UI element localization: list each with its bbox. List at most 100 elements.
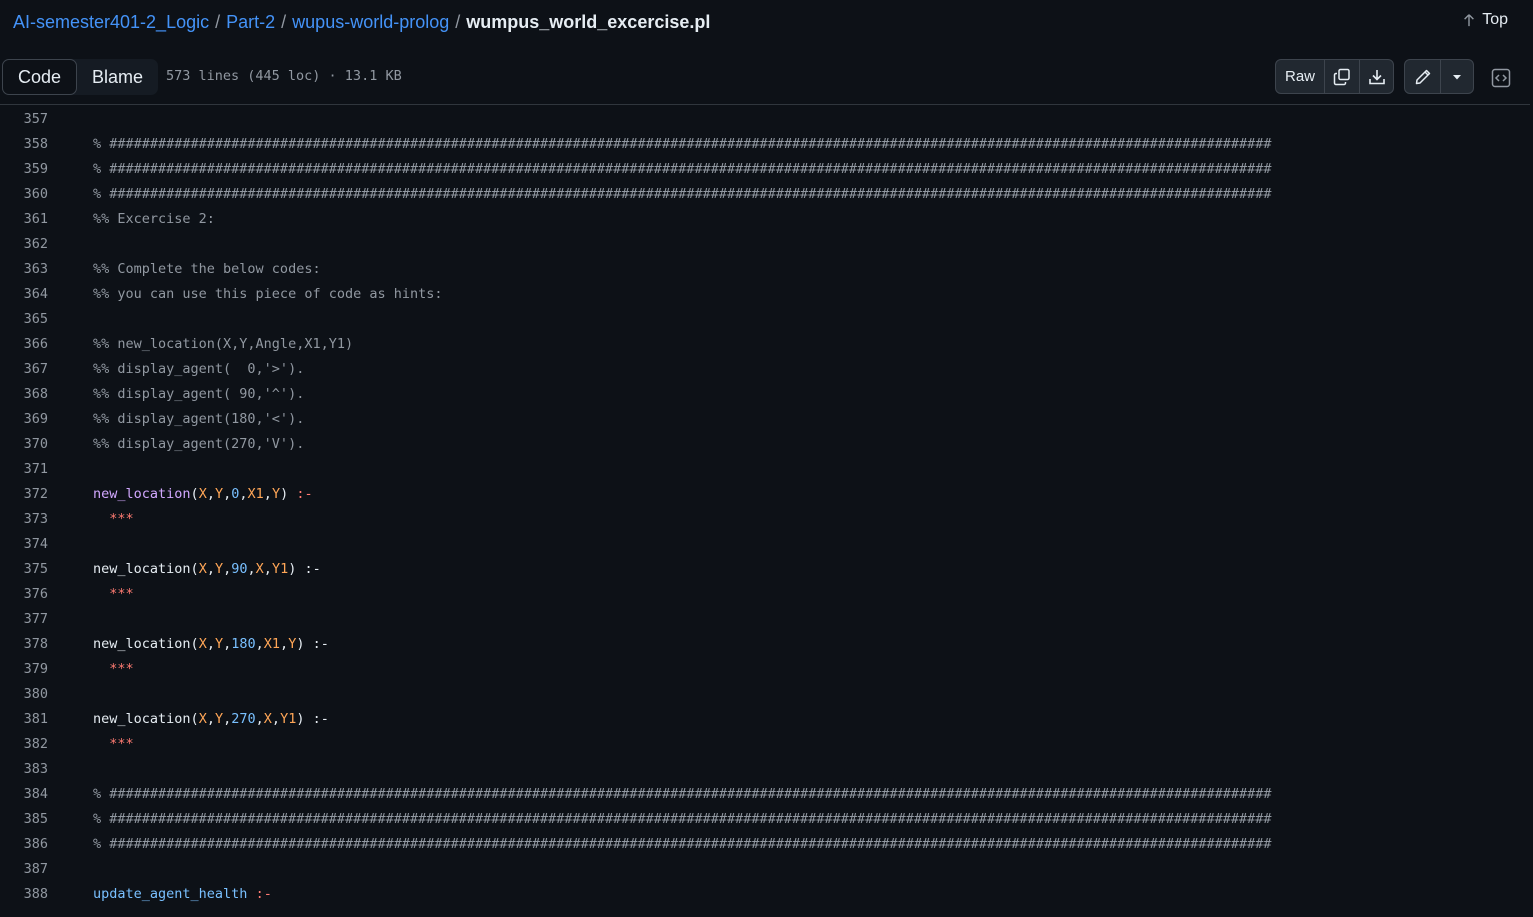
line-number[interactable]: 368 <box>0 386 48 402</box>
download-button[interactable] <box>1360 60 1393 93</box>
code-token: *** <box>93 510 134 527</box>
line-number[interactable]: 365 <box>0 311 48 327</box>
code-token: 90 <box>231 560 248 577</box>
code-content: *** <box>93 585 134 602</box>
line-number[interactable]: 361 <box>0 211 48 227</box>
line-number[interactable]: 357 <box>0 111 48 127</box>
line-number[interactable]: 379 <box>0 661 48 677</box>
code-token: , <box>263 560 272 577</box>
line-number[interactable]: 384 <box>0 786 48 802</box>
code-line: 388 update_agent_health :- <box>0 881 1530 906</box>
breadcrumb-bar: AI-semester401-2_Logic / Part-2 / wupus-… <box>0 0 1533 44</box>
file-info: 573 lines (445 loc) · 13.1 KB <box>166 68 402 84</box>
line-number[interactable]: 387 <box>0 861 48 877</box>
breadcrumb-current-file: wumpus_world_excercise.pl <box>466 11 711 32</box>
copy-button[interactable] <box>1325 60 1360 93</box>
line-number[interactable]: 360 <box>0 186 48 202</box>
raw-button[interactable]: Raw <box>1276 60 1325 93</box>
line-number[interactable]: 382 <box>0 736 48 752</box>
code-token: % ######################################… <box>93 810 1272 827</box>
code-line: 361 %% Excercise 2: <box>0 206 1530 231</box>
code-content: %% new_location(X,Y,Angle,X1,Y1) <box>93 336 353 352</box>
line-number[interactable]: 363 <box>0 261 48 277</box>
code-line: 370 %% display_agent(270,'V'). <box>0 431 1530 456</box>
edit-button[interactable] <box>1405 60 1441 93</box>
code-token: , <box>255 710 264 727</box>
copy-icon <box>1333 68 1350 85</box>
code-token: ( <box>190 635 199 652</box>
blame-tab[interactable]: Blame <box>77 59 158 95</box>
line-number[interactable]: 370 <box>0 436 48 452</box>
breadcrumb-repo-link[interactable]: AI-semester401-2_Logic <box>13 12 209 33</box>
line-number[interactable]: 366 <box>0 336 48 352</box>
code-line: 376 *** <box>0 581 1530 606</box>
breadcrumb-separator: / <box>455 11 461 32</box>
code-tab[interactable]: Code <box>2 59 78 95</box>
line-number[interactable]: 359 <box>0 161 48 177</box>
code-line: 369 %% display_agent(180,'<'). <box>0 406 1530 431</box>
code-token: X <box>255 560 264 577</box>
line-number[interactable]: 369 <box>0 411 48 427</box>
line-number[interactable]: 362 <box>0 236 48 252</box>
breadcrumb-folder-wumpus-link[interactable]: wupus-world-prolog <box>292 12 449 33</box>
code-token: %% new_location(X,Y,Angle,X1,Y1) <box>93 335 354 352</box>
line-number[interactable]: 364 <box>0 286 48 302</box>
code-token: X1 <box>247 485 264 502</box>
code-token: new_location <box>93 710 191 727</box>
code-line: 364 %% you can use this piece of code as … <box>0 281 1530 306</box>
code-line: 387 <box>0 856 1530 881</box>
line-number[interactable]: 383 <box>0 761 48 777</box>
code-content: new_location(X,Y,0,X1,Y) :- <box>93 486 313 502</box>
code-token: ) <box>288 560 305 577</box>
code-line: 385 % ###################################… <box>0 806 1530 831</box>
code-token: % ######################################… <box>93 160 1272 177</box>
code-token: % ######################################… <box>93 185 1272 202</box>
line-number[interactable]: 378 <box>0 636 48 652</box>
code-content: *** <box>93 736 133 752</box>
top-label: Top <box>1482 11 1508 28</box>
line-number[interactable]: 375 <box>0 561 48 577</box>
code-content: %% Complete the below codes: <box>93 261 321 277</box>
pencil-icon <box>1415 69 1430 84</box>
code-token: X <box>198 635 207 652</box>
line-number[interactable]: 381 <box>0 711 48 727</box>
edit-options-dropdown[interactable] <box>1441 60 1473 93</box>
line-number[interactable]: 358 <box>0 136 48 152</box>
code-content: %% display_agent(270,'V'). <box>93 436 304 452</box>
line-number[interactable]: 367 <box>0 361 48 377</box>
code-token: % ######################################… <box>93 835 1272 852</box>
code-line: 378 new_location(X,Y,180,X1,Y) :- <box>0 631 1530 656</box>
code-content: *** <box>93 510 134 527</box>
code-token: , <box>206 485 215 502</box>
line-number[interactable]: 386 <box>0 836 48 852</box>
code-content: *** <box>93 661 133 677</box>
line-number[interactable]: 373 <box>0 511 48 527</box>
code-line: 372 new_location(X,Y,0,X1,Y) :- <box>0 481 1530 506</box>
line-number[interactable]: 371 <box>0 461 48 477</box>
code-token: X1 <box>263 635 281 652</box>
code-token: new_location <box>93 560 191 577</box>
code-token: , <box>271 710 281 727</box>
code-line: 379 *** <box>0 656 1530 681</box>
code-line: 374 <box>0 531 1530 556</box>
code-token: *** <box>93 585 134 602</box>
back-to-top-button[interactable]: Top <box>1462 11 1508 29</box>
line-number[interactable]: 385 <box>0 811 48 827</box>
code-content: %% display_agent( 0,'>'). <box>93 361 304 377</box>
line-number[interactable]: 380 <box>0 686 48 702</box>
code-content: %% display_agent(180,'<'). <box>93 411 304 427</box>
breadcrumb-folder-part2-link[interactable]: Part-2 <box>226 12 275 33</box>
code-token: , <box>247 560 256 577</box>
line-number[interactable]: 377 <box>0 611 48 627</box>
code-content: update_agent_health :- <box>93 886 272 902</box>
line-number[interactable]: 372 <box>0 486 48 502</box>
arrow-up-icon <box>1464 14 1475 27</box>
line-number[interactable]: 374 <box>0 536 48 552</box>
code-line: 375 new_location(X,Y,90,X,Y1) :- <box>0 556 1530 581</box>
code-content: % ######################################… <box>93 786 1272 802</box>
code-content: % ######################################… <box>93 836 1272 852</box>
line-number[interactable]: 376 <box>0 586 48 602</box>
line-number[interactable]: 388 <box>0 886 48 902</box>
code-token: ( <box>190 710 199 727</box>
symbols-panel-toggle[interactable] <box>1489 66 1513 90</box>
